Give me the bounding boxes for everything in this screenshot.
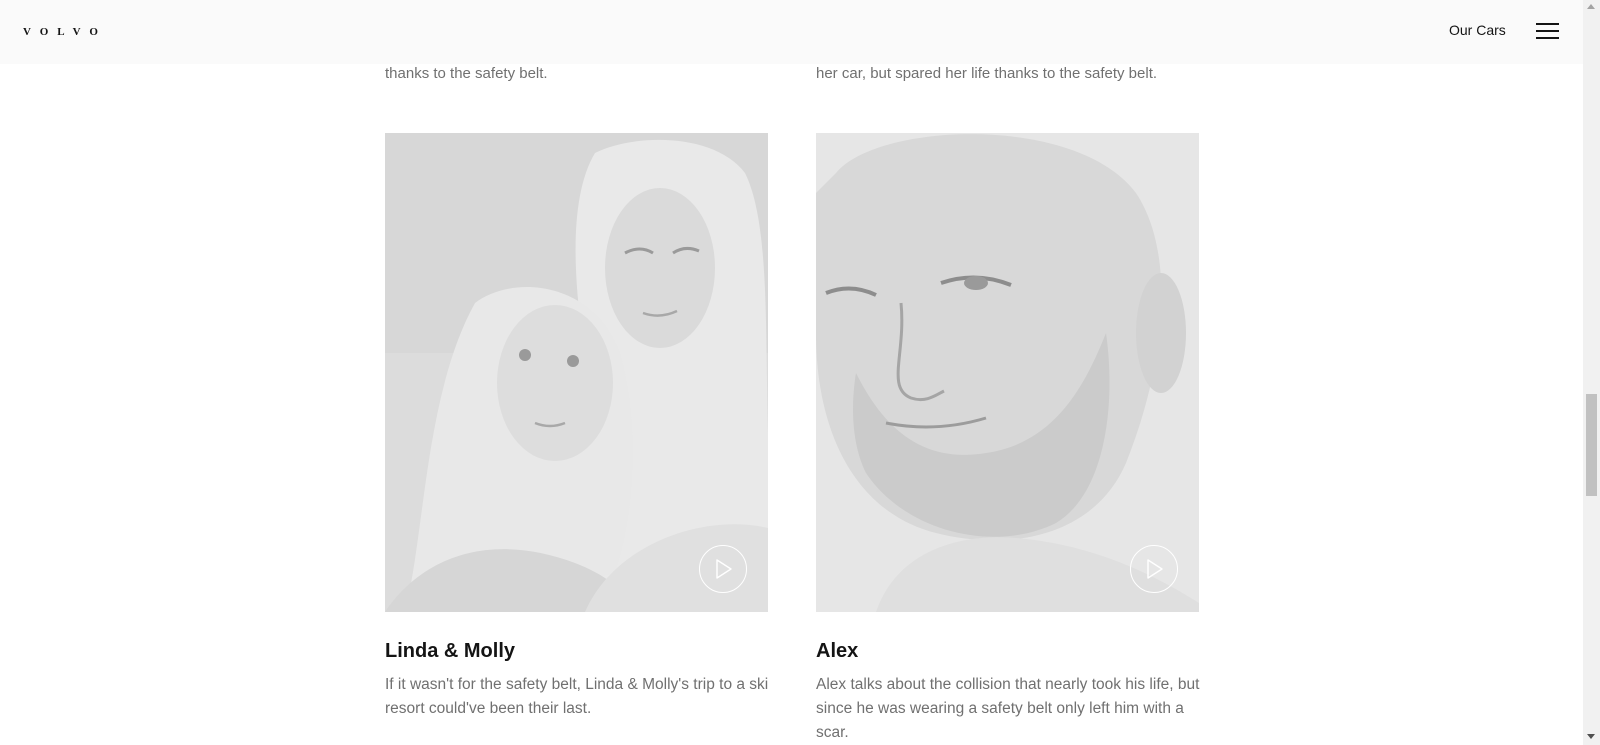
play-video-button[interactable] — [1130, 545, 1178, 593]
story-description: Alex talks about the collision that near… — [816, 676, 1200, 741]
story-title[interactable]: Alex — [816, 638, 858, 664]
volvo-logo[interactable]: VOLVO — [23, 23, 107, 41]
scroll-down-arrow-icon[interactable] — [1587, 734, 1595, 739]
scrollbar-thumb[interactable] — [1586, 394, 1597, 496]
story-image-linda-molly[interactable] — [385, 133, 768, 612]
portrait-photo — [385, 133, 768, 612]
portrait-photo — [816, 133, 1199, 612]
previous-story-text: her car, but spared her life thanks to t… — [816, 65, 1158, 82]
site-header: VOLVO Our Cars — [0, 0, 1583, 64]
play-icon — [716, 559, 732, 579]
hamburger-menu-icon[interactable] — [1536, 22, 1559, 39]
previous-story-text: thanks to the safety belt. — [385, 65, 548, 82]
story-title[interactable]: Linda & Molly — [385, 638, 515, 664]
story-image-alex[interactable] — [816, 133, 1199, 612]
scroll-up-arrow-icon[interactable] — [1587, 4, 1595, 9]
page: VOLVO Our Cars thanks to the safety belt… — [0, 0, 1583, 745]
play-icon — [1147, 559, 1163, 579]
logo-text: VOLVO — [23, 26, 107, 38]
play-video-button[interactable] — [699, 545, 747, 593]
page-scrollbar[interactable] — [1583, 0, 1600, 745]
our-cars-link[interactable]: Our Cars — [1449, 22, 1506, 38]
story-description: If it wasn't for the safety belt, Linda … — [385, 676, 769, 717]
